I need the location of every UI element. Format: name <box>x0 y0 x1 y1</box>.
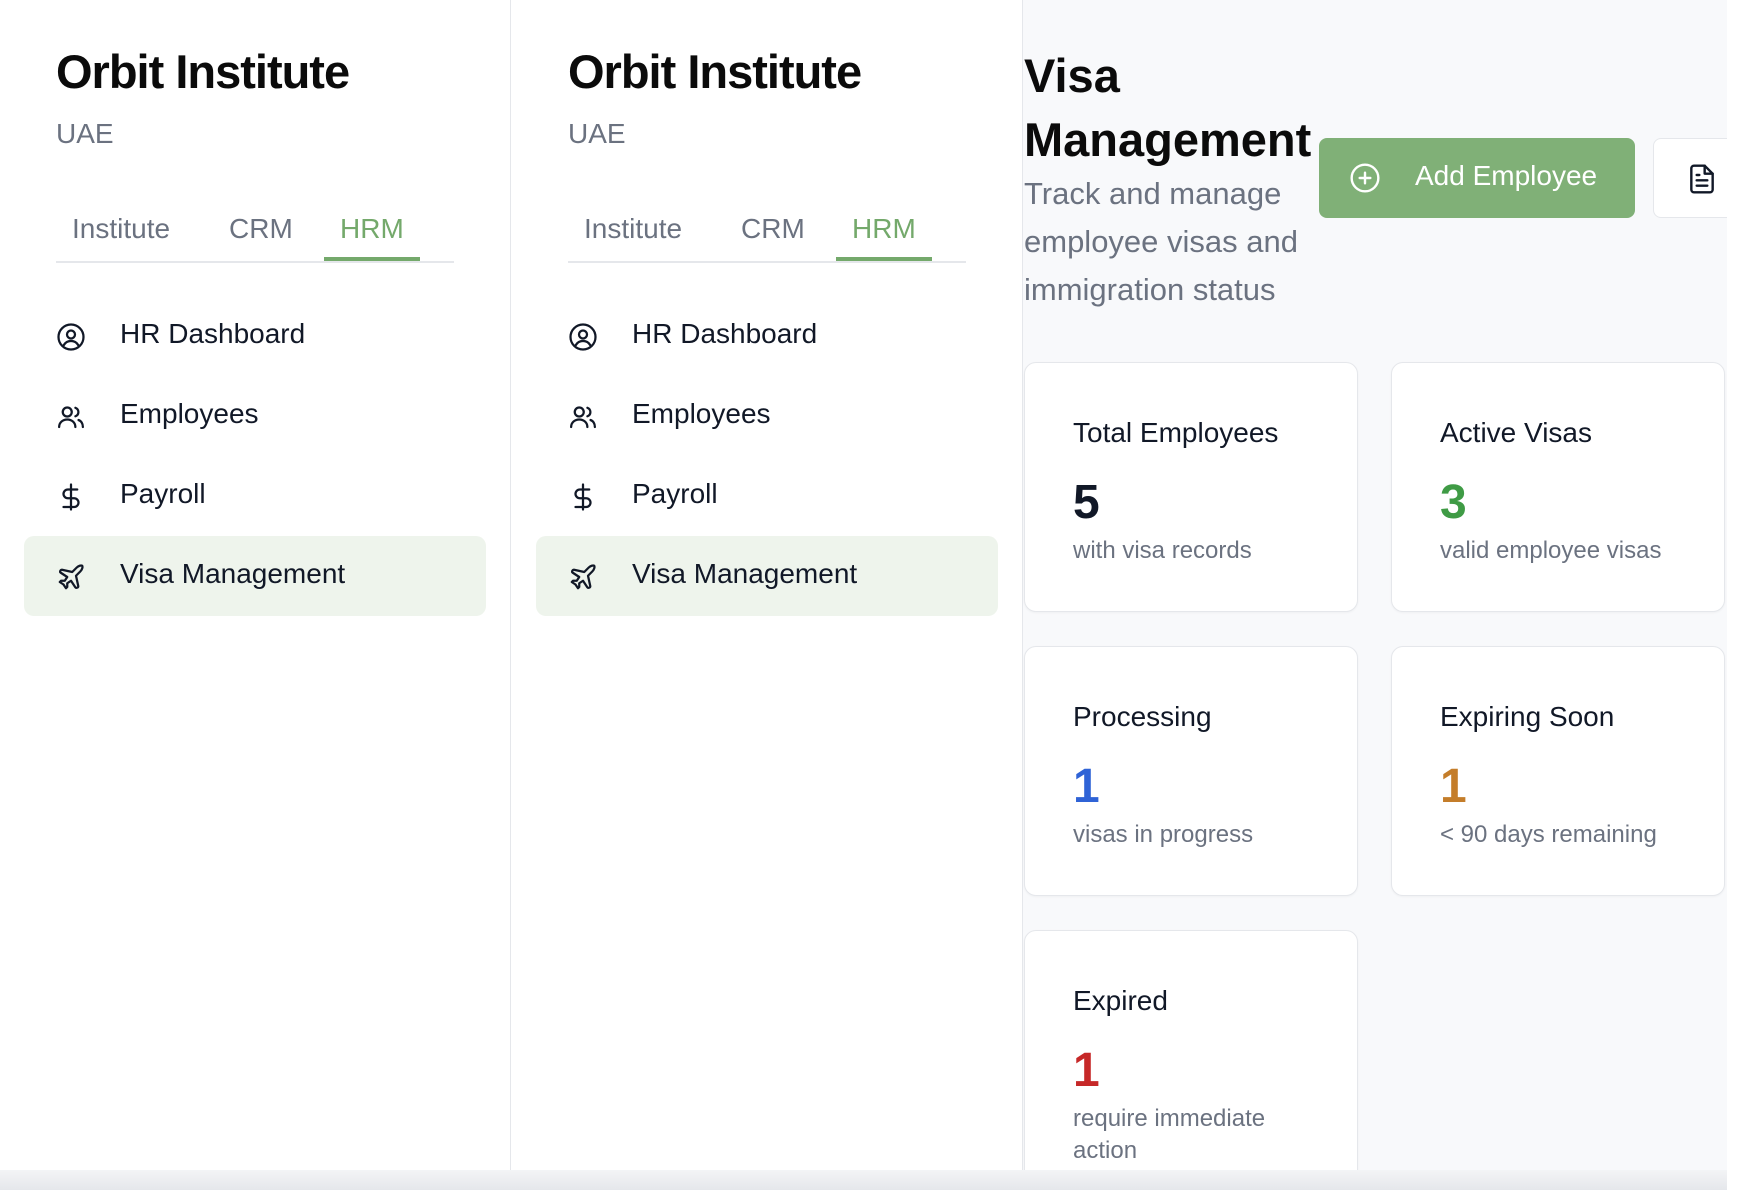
sidebar-nav: HR Dashboard Employees Payroll Visa Mana… <box>24 296 486 616</box>
stat-title: Processing <box>1073 701 1212 732</box>
sidebar-item-employees[interactable]: Employees <box>24 376 486 456</box>
brand-title: Orbit Institute <box>568 45 862 98</box>
plus-circle-icon <box>1349 162 1381 194</box>
stat-description: valid employee visas <box>1440 537 1662 564</box>
sidebar-item-hr-dashboard[interactable]: HR Dashboard <box>24 296 486 376</box>
sidebar-nav: HR Dashboard Employees Payroll Visa Mana… <box>536 296 998 616</box>
add-employee-label: Add Employee <box>1415 160 1598 191</box>
stat-value: 1 <box>1440 760 1467 813</box>
sidebar-item-employees[interactable]: Employees <box>536 376 998 456</box>
stat-description: < 90 days remaining <box>1440 821 1657 848</box>
main-content: Visa Management Track and manage employe… <box>1023 0 1727 1190</box>
tab-institute[interactable]: Institute <box>568 213 698 261</box>
module-tabs: Institute CRM HRM <box>568 205 966 263</box>
stat-title: Expired <box>1073 985 1168 1016</box>
tab-institute[interactable]: Institute <box>56 213 186 261</box>
tab-hrm[interactable]: HRM <box>836 213 932 261</box>
dollar-icon <box>568 482 598 512</box>
sidebar-item-label: Payroll <box>120 478 206 509</box>
sidebar-item-payroll[interactable]: Payroll <box>536 456 998 536</box>
users-icon <box>56 402 86 432</box>
brand-subtitle: UAE <box>56 118 114 149</box>
tab-crm[interactable]: CRM <box>213 213 309 261</box>
sidebar-item-visa-management[interactable]: Visa Management <box>536 536 998 616</box>
window-edge <box>1727 0 1742 1190</box>
document-icon <box>1686 163 1718 195</box>
sidebar-item-hr-dashboard[interactable]: HR Dashboard <box>536 296 998 376</box>
sidebar-item-label: Visa Management <box>120 558 346 589</box>
window-bottom-edge <box>0 1170 1727 1190</box>
plane-icon <box>568 562 598 592</box>
page-title: Visa Management <box>1024 49 1312 166</box>
stat-title: Total Employees <box>1073 417 1279 448</box>
stat-title: Active Visas <box>1440 417 1592 448</box>
user-circle-icon <box>56 322 86 352</box>
sidebar: Orbit Institute UAE Institute CRM HRM HR… <box>0 0 511 1190</box>
stat-card-expired: Expired 1 require immediate action <box>1024 930 1358 1190</box>
sidebar-item-label: Employees <box>632 398 771 429</box>
stat-card-processing: Processing 1 visas in progress <box>1024 646 1358 896</box>
brand-subtitle: UAE <box>568 118 626 149</box>
sidebar-item-label: HR Dashboard <box>120 318 306 349</box>
tab-crm[interactable]: CRM <box>725 213 821 261</box>
stat-card-total-employees: Total Employees 5 with visa records <box>1024 362 1358 612</box>
sidebar-item-label: Employees <box>120 398 259 429</box>
stat-value: 1 <box>1073 1044 1100 1097</box>
stat-value: 5 <box>1073 476 1100 529</box>
dollar-icon <box>56 482 86 512</box>
sidebar-item-label: Visa Management <box>632 558 858 589</box>
page-subtitle: Track and manage employee visas and immi… <box>1024 176 1298 307</box>
sidebar-item-visa-management[interactable]: Visa Management <box>24 536 486 616</box>
sidebar-item-label: HR Dashboard <box>632 318 818 349</box>
add-employee-button[interactable]: Add Employee <box>1319 138 1635 218</box>
users-icon <box>568 402 598 432</box>
sidebar-item-label: Payroll <box>632 478 718 509</box>
stat-description: with visa records <box>1073 537 1252 564</box>
tab-hrm[interactable]: HRM <box>324 213 420 261</box>
module-tabs: Institute CRM HRM <box>56 205 454 263</box>
stat-title: Expiring Soon <box>1440 701 1615 732</box>
brand-title: Orbit Institute <box>56 45 350 98</box>
stat-value: 3 <box>1440 476 1467 529</box>
stat-description: visas in progress <box>1073 821 1254 848</box>
user-circle-icon <box>568 322 598 352</box>
sidebar-duplicate: Orbit Institute UAE Institute CRM HRM HR… <box>512 0 1023 1190</box>
sidebar-item-payroll[interactable]: Payroll <box>24 456 486 536</box>
plane-icon <box>56 562 86 592</box>
stat-description: require immediate action <box>1073 1105 1266 1164</box>
stat-value: 1 <box>1073 760 1100 813</box>
document-button[interactable] <box>1653 138 1727 218</box>
stat-card-expiring-soon: Expiring Soon 1 < 90 days remaining <box>1391 646 1725 896</box>
stat-card-active-visas: Active Visas 3 valid employee visas <box>1391 362 1725 612</box>
